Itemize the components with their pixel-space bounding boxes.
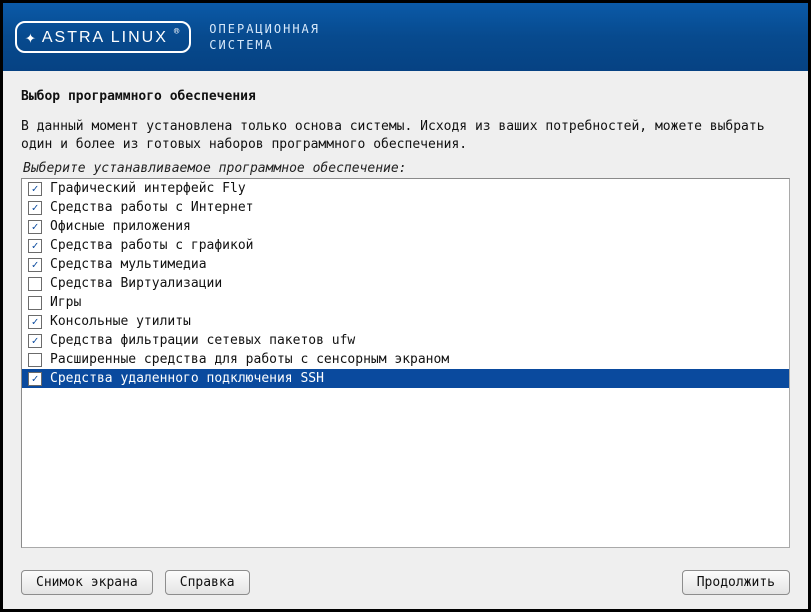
help-button[interactable]: Справка (165, 570, 250, 595)
software-row[interactable]: Средства работы с графикой (22, 236, 789, 255)
registered-icon: ® (174, 27, 179, 37)
page-prompt: Выберите устанавливаемое программное обе… (21, 161, 790, 176)
software-label: Офисные приложения (50, 219, 191, 234)
tagline-line-1: ОПЕРАЦИОННАЯ (209, 21, 320, 37)
software-label: Игры (50, 295, 81, 310)
astra-logo: ✦ ASTRA LINUX ® (15, 21, 191, 53)
header-tagline: ОПЕРАЦИОННАЯ СИСТЕМА (209, 21, 320, 53)
software-row[interactable]: Консольные утилиты (22, 312, 789, 331)
checkbox[interactable] (28, 315, 42, 329)
page-intro: В данный момент установлена только основ… (21, 118, 790, 153)
software-label: Средства Виртуализации (50, 276, 222, 291)
checkbox[interactable] (28, 182, 42, 196)
software-row[interactable]: Средства мультимедиа (22, 255, 789, 274)
checkbox[interactable] (28, 372, 42, 386)
installer-window: ✦ ASTRA LINUX ® ОПЕРАЦИОННАЯ СИСТЕМА Выб… (3, 3, 808, 609)
checkbox[interactable] (28, 277, 42, 291)
software-row[interactable]: Средства работы с Интернет (22, 198, 789, 217)
tagline-line-2: СИСТЕМА (209, 37, 320, 53)
software-label: Консольные утилиты (50, 314, 191, 329)
page-title: Выбор программного обеспечения (21, 89, 790, 104)
software-listbox[interactable]: Графический интерфейс Fly Средства работы… (21, 178, 790, 548)
software-label: Средства работы с графикой (50, 238, 254, 253)
software-label: Средства мультимедиа (50, 257, 207, 272)
checkbox[interactable] (28, 220, 42, 234)
software-row[interactable]: Графический интерфейс Fly (22, 179, 789, 198)
software-row[interactable]: Средства Виртуализации (22, 274, 789, 293)
software-label: Расширенные средства для работы с сенсор… (50, 352, 449, 367)
software-row[interactable]: Средства фильтрации сетевых пакетов ufw (22, 331, 789, 350)
checkbox[interactable] (28, 239, 42, 253)
checkbox[interactable] (28, 296, 42, 310)
continue-button[interactable]: Продолжить (682, 570, 790, 595)
software-label: Средства работы с Интернет (50, 200, 254, 215)
checkbox[interactable] (28, 334, 42, 348)
software-label: Средства удаленного подключения SSH (50, 371, 324, 386)
content-area: Выбор программного обеспечения В данный … (3, 71, 808, 558)
checkbox[interactable] (28, 258, 42, 272)
software-row[interactable]: Игры (22, 293, 789, 312)
software-row[interactable]: Расширенные средства для работы с сенсор… (22, 350, 789, 369)
star-icon: ✦ (25, 29, 36, 47)
software-label: Графический интерфейс Fly (50, 181, 246, 196)
checkbox[interactable] (28, 201, 42, 215)
header: ✦ ASTRA LINUX ® ОПЕРАЦИОННАЯ СИСТЕМА (3, 3, 808, 71)
checkbox[interactable] (28, 353, 42, 367)
software-label: Средства фильтрации сетевых пакетов ufw (50, 333, 355, 348)
footer: Снимок экрана Справка Продолжить (3, 558, 808, 609)
software-row[interactable]: Офисные приложения (22, 217, 789, 236)
logo-text: ASTRA LINUX (42, 29, 168, 47)
screenshot-button[interactable]: Снимок экрана (21, 570, 153, 595)
software-row[interactable]: Средства удаленного подключения SSH (22, 369, 789, 388)
